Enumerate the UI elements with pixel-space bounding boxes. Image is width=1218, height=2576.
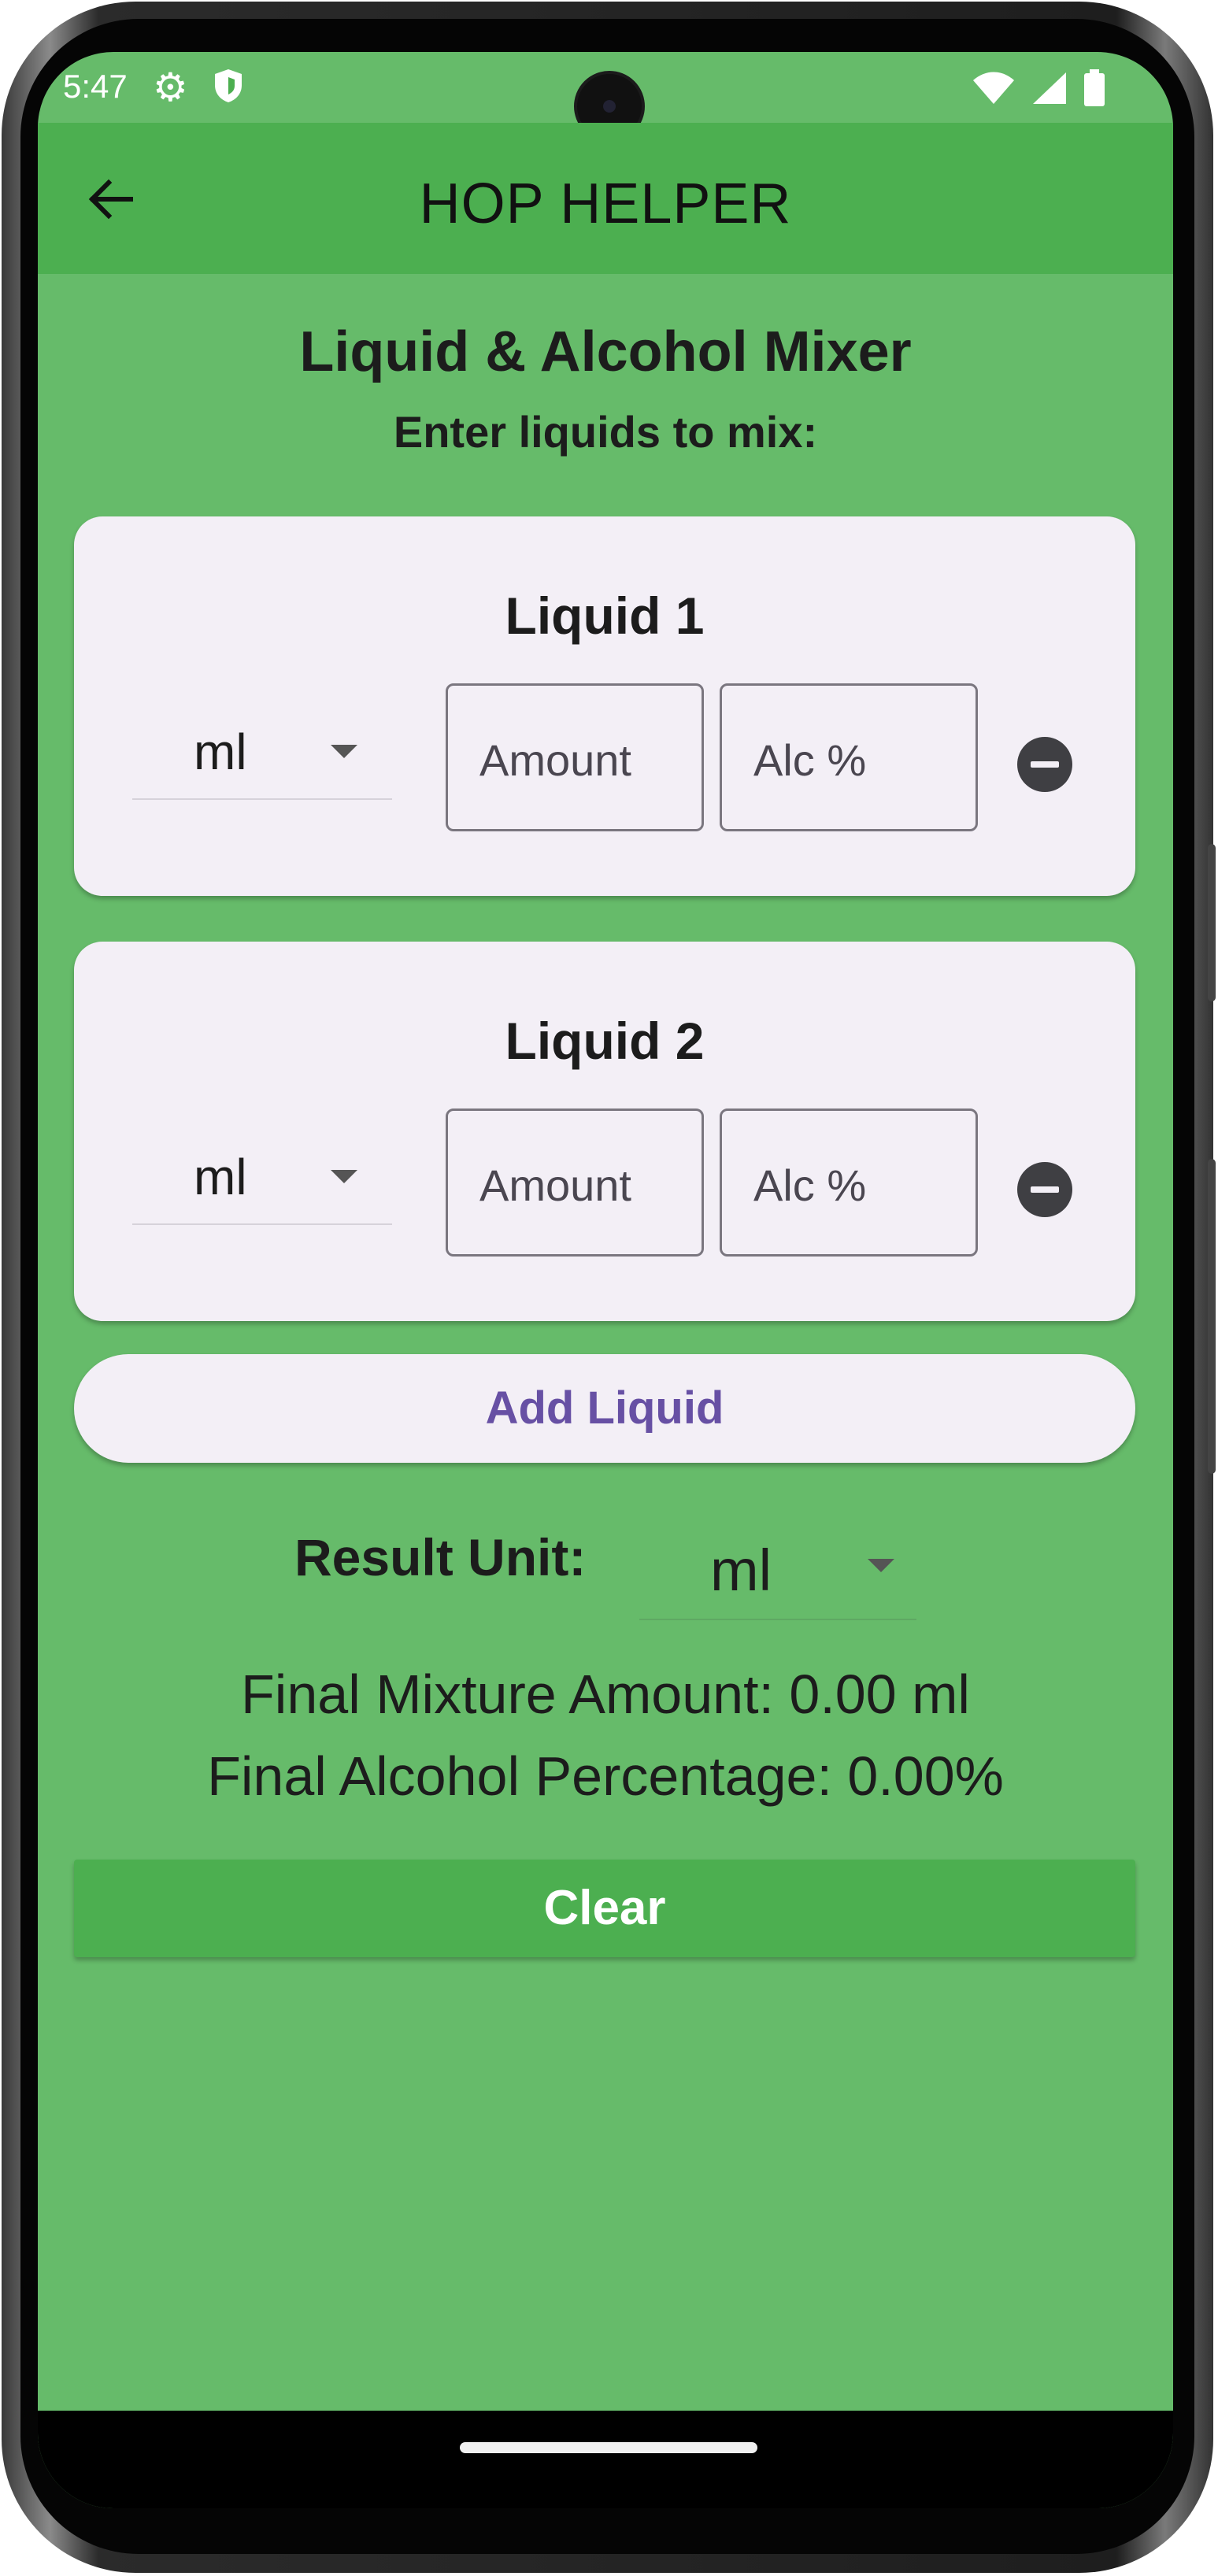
- remove-circle-icon[interactable]: [1017, 1162, 1072, 1217]
- unit-dropdown[interactable]: ml: [132, 1110, 392, 1225]
- status-icons: [972, 69, 1105, 107]
- screen: 5:47 ⚙ HOP HELPER Liquid & Alcohol Mixer…: [38, 52, 1173, 2508]
- liquid-card: Liquid 1 ml Amount Alc %: [74, 516, 1135, 896]
- liquid-card: Liquid 2 ml Amount Alc %: [74, 942, 1135, 1321]
- page-title: Liquid & Alcohol Mixer: [299, 320, 912, 383]
- result-unit-dropdown[interactable]: ml: [639, 1508, 916, 1620]
- final-mixture-amount: Final Mixture Amount: 0.00 ml: [241, 1664, 970, 1725]
- dropdown-arrow-icon: [868, 1559, 894, 1572]
- remove-circle-icon[interactable]: [1017, 737, 1072, 792]
- clear-button[interactable]: Clear: [74, 1860, 1135, 1957]
- home-gesture-handle[interactable]: [460, 2442, 757, 2453]
- app-bar: HOP HELPER: [38, 123, 1173, 274]
- alcohol-percent-placeholder: Alc %: [753, 735, 867, 785]
- amount-input[interactable]: Amount: [446, 683, 704, 831]
- add-liquid-button[interactable]: Add Liquid: [74, 1354, 1135, 1463]
- shield-icon: [215, 69, 242, 102]
- wifi-icon: [973, 72, 1014, 104]
- amount-placeholder: Amount: [479, 735, 631, 785]
- status-time: 5:47: [63, 68, 128, 105]
- app-title: HOP HELPER: [419, 172, 792, 235]
- result-unit-value: ml: [710, 1538, 772, 1603]
- page-subtitle: Enter liquids to mix:: [393, 407, 818, 457]
- result-unit-label: Result Unit:: [294, 1528, 587, 1586]
- navigation-bar: [38, 2411, 1173, 2508]
- power-button: [1208, 1159, 1216, 1474]
- liquid-title: Liquid 2: [505, 1012, 705, 1070]
- amount-input[interactable]: Amount: [446, 1108, 704, 1257]
- unit-value: ml: [194, 724, 247, 780]
- signal-icon: [1033, 72, 1066, 104]
- gear-icon: ⚙: [153, 65, 188, 109]
- dropdown-arrow-icon: [331, 1170, 357, 1183]
- phone-frame: 5:47 ⚙ HOP HELPER Liquid & Alcohol Mixer…: [2, 2, 1216, 2573]
- alcohol-percent-input[interactable]: Alc %: [720, 683, 978, 831]
- amount-placeholder: Amount: [479, 1160, 631, 1210]
- unit-dropdown[interactable]: ml: [132, 685, 392, 800]
- liquid-title: Liquid 1: [505, 587, 705, 645]
- volume-button: [1208, 844, 1216, 1001]
- alcohol-percent-input[interactable]: Alc %: [720, 1108, 978, 1257]
- dropdown-arrow-icon: [331, 745, 357, 758]
- final-alcohol-percentage: Final Alcohol Percentage: 0.00%: [207, 1745, 1004, 1807]
- battery-icon: [1084, 69, 1105, 106]
- alcohol-percent-placeholder: Alc %: [753, 1160, 867, 1210]
- unit-value: ml: [194, 1149, 247, 1205]
